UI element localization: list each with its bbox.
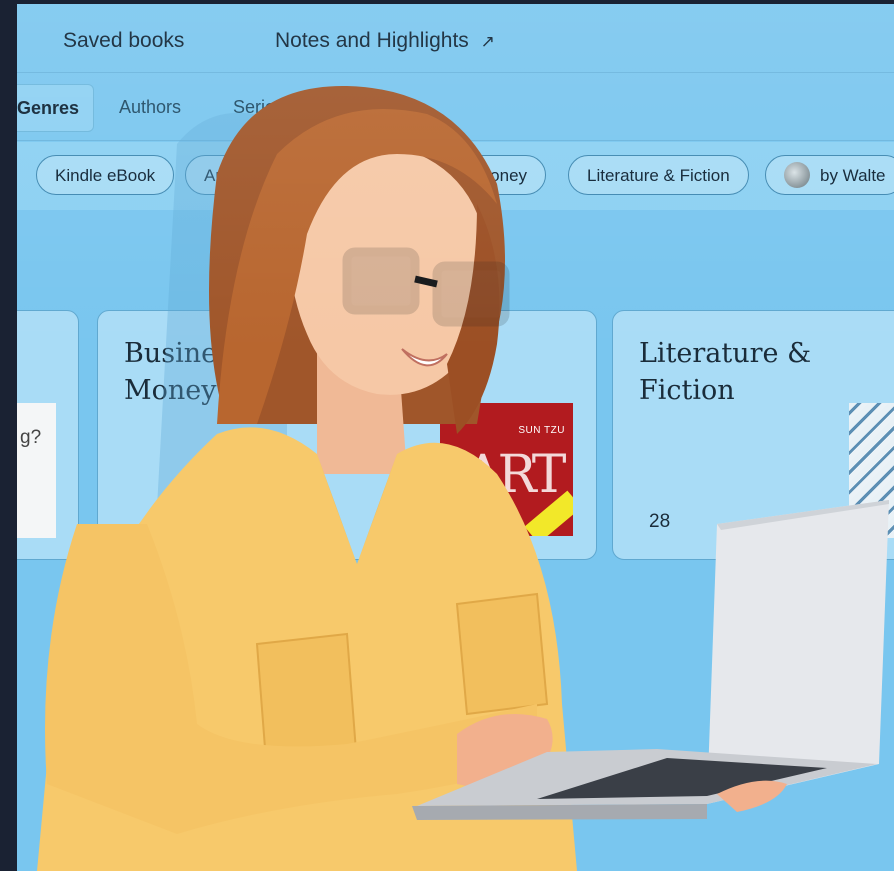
woman-with-laptop-photo <box>37 85 889 871</box>
app-screenshot: Saved books Notes and Highlights ↗ Genre… <box>17 4 894 871</box>
